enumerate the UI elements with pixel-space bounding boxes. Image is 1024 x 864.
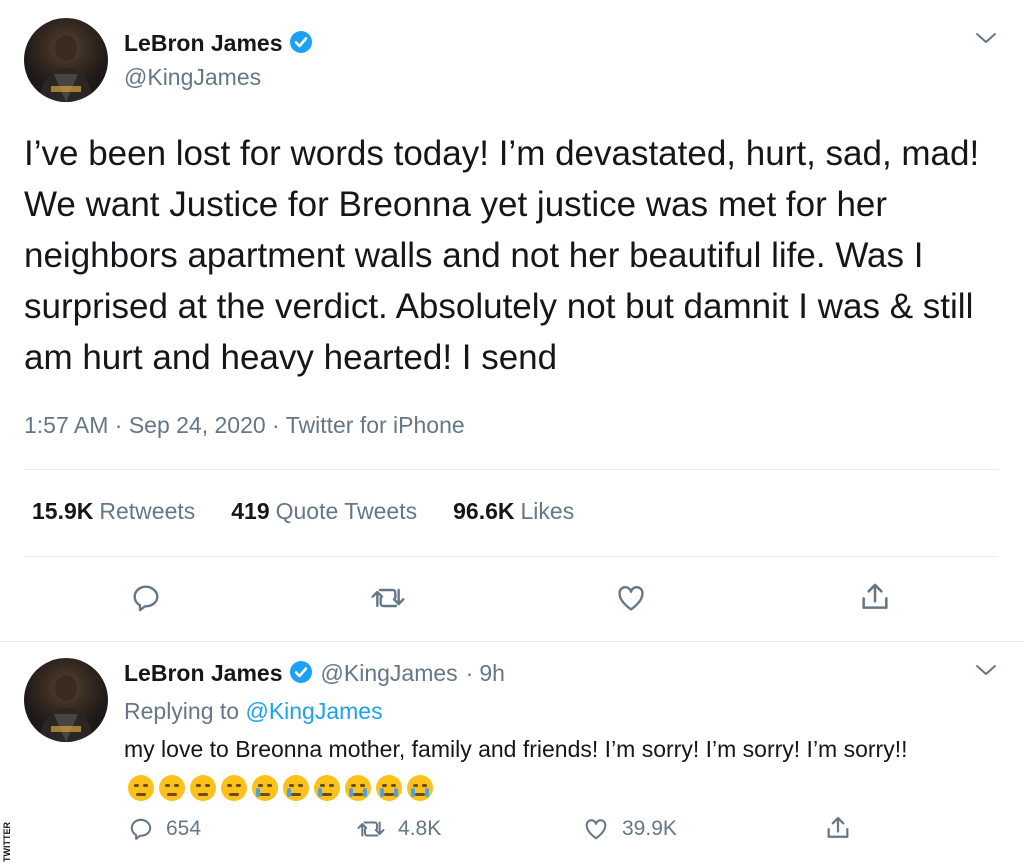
crying-face-icon [314, 774, 340, 801]
retweet-button[interactable] [370, 582, 406, 614]
author-handle[interactable]: @KingJames [124, 64, 261, 91]
like-button[interactable] [614, 582, 648, 614]
reply-icon [130, 818, 152, 840]
loudly-crying-face-icon [345, 774, 371, 801]
retweets-label: Retweets [99, 498, 196, 524]
avatar-photo [38, 675, 94, 742]
retweet-count: 4.8K [398, 817, 442, 840]
reply-text-block: my love to Breonna mother, family and fr… [124, 733, 984, 802]
crying-face-icon [252, 774, 278, 801]
like-icon [618, 586, 644, 611]
retweet-button[interactable]: 4.8K [356, 816, 441, 842]
divider [24, 469, 998, 470]
emoji-row [128, 770, 438, 802]
avatar-photo [38, 35, 94, 102]
pensive-face-icon [159, 774, 185, 801]
chevron-down-icon[interactable] [974, 30, 998, 46]
reply-time[interactable]: 9h [479, 660, 505, 686]
separator: · [465, 660, 474, 686]
share-icon [862, 583, 888, 609]
tweet-text: I’ve been lost for words today! I’m deva… [24, 134, 980, 377]
likes-count: 96.6K [453, 498, 515, 524]
retweets-count: 15.9K [32, 498, 94, 524]
divider [0, 641, 1024, 642]
loudly-crying-face-icon [407, 774, 433, 801]
likes-label: Likes [520, 498, 575, 524]
share-button[interactable] [824, 814, 852, 842]
author-name[interactable]: LeBron James [124, 30, 283, 56]
reply-icon [133, 585, 159, 612]
crying-face-icon [283, 774, 309, 801]
avatar[interactable] [24, 18, 108, 102]
rolling-eyes-face-icon [190, 774, 216, 801]
chevron-down-icon[interactable] [974, 662, 998, 678]
quotes-label: Quote Tweets [275, 498, 418, 524]
like-count: 39.9K [622, 817, 677, 840]
quotes-stat[interactable]: 419 Quote Tweets [231, 498, 417, 525]
likes-stat[interactable]: 96.6K Likes [453, 498, 574, 525]
reply-header: LeBron James @KingJames · 9h [124, 660, 505, 687]
retweets-stat[interactable]: 15.9K Retweets [32, 498, 195, 525]
watermark: TWITTER [2, 822, 12, 862]
reply-author-handle[interactable]: @KingJames [321, 660, 458, 686]
retweet-icon [371, 588, 405, 608]
verified-badge-icon [289, 31, 312, 53]
retweet-icon [357, 821, 385, 837]
like-button[interactable]: 39.9K [582, 816, 677, 842]
reply-author-name[interactable]: LeBron James [124, 660, 283, 686]
rolling-eyes-face-icon [221, 774, 247, 801]
replying-to-label: Replying to [124, 698, 240, 724]
verified-badge-icon [289, 661, 312, 683]
share-icon [827, 816, 849, 838]
share-button[interactable] [858, 580, 892, 614]
divider [24, 556, 998, 557]
reply-count: 654 [166, 817, 202, 840]
replying-to-link[interactable]: @KingJames [245, 698, 382, 724]
tweet-stats: 15.9K Retweets 419 Quote Tweets 96.6K Likes [32, 498, 610, 525]
avatar[interactable] [24, 658, 108, 742]
reply-button[interactable]: 654 [128, 816, 201, 842]
pensive-face-icon [128, 774, 154, 801]
like-icon [585, 819, 607, 840]
tweet-meta[interactable]: 1:57 AM · Sep 24, 2020 · Twitter for iPh… [24, 412, 465, 439]
replying-to: Replying to @KingJames [124, 698, 383, 725]
reply-button[interactable] [130, 582, 162, 614]
quotes-count: 419 [231, 498, 270, 524]
reply-text: my love to Breonna mother, family and fr… [124, 736, 908, 762]
author-name-row[interactable]: LeBron James [124, 30, 313, 57]
loudly-crying-face-icon [376, 774, 402, 801]
